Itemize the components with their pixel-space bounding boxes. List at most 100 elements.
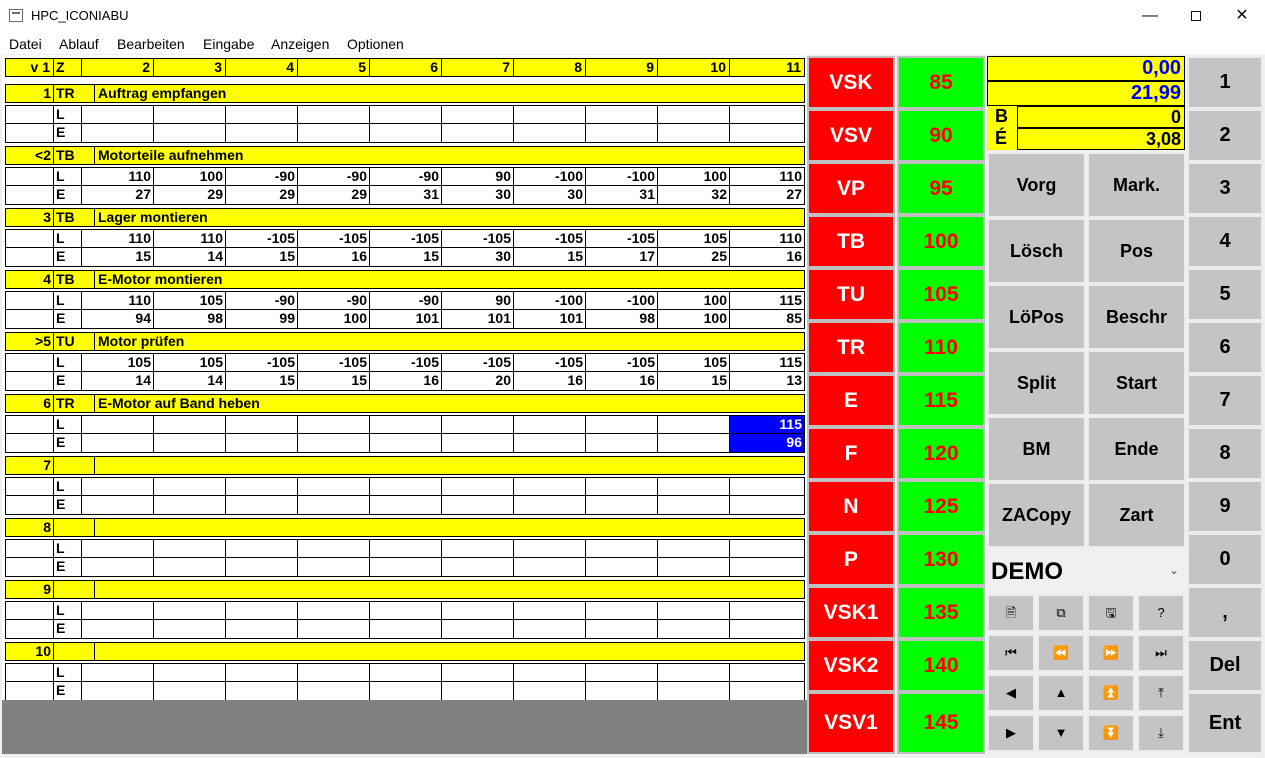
header-cell[interactable]: 6 (370, 59, 442, 76)
step-code[interactable]: TU (54, 333, 95, 350)
left-arrow-button[interactable]: ◀ (987, 674, 1035, 712)
blank-cell[interactable] (6, 540, 54, 557)
value-cell[interactable]: 90 (442, 292, 514, 309)
value-cell[interactable] (298, 496, 370, 514)
value-cell[interactable] (370, 478, 442, 495)
value-cell[interactable] (730, 478, 804, 495)
value-cell[interactable] (658, 664, 730, 681)
blank-cell[interactable] (6, 292, 54, 309)
op-button-vsk[interactable]: VSK (807, 56, 895, 109)
value-cell[interactable]: -90 (298, 168, 370, 185)
value-cell[interactable]: 32 (658, 186, 730, 204)
maximize-button[interactable] (1173, 0, 1219, 32)
blank-cell[interactable] (6, 558, 54, 576)
value-cell[interactable] (514, 540, 586, 557)
value-cell[interactable] (514, 478, 586, 495)
value-cell[interactable] (82, 496, 154, 514)
blank-cell[interactable] (6, 106, 54, 123)
value-cell[interactable] (226, 620, 298, 638)
value-cell[interactable] (730, 682, 804, 700)
value-cell[interactable]: -90 (370, 292, 442, 309)
op-button-tu[interactable]: TU (807, 268, 895, 321)
step-number[interactable]: >5 (6, 333, 54, 350)
value-button-145[interactable]: 145 (897, 692, 985, 754)
value-cell[interactable] (82, 416, 154, 433)
value-cell[interactable]: -105 (514, 354, 586, 371)
value-cell[interactable] (82, 478, 154, 495)
value-cell[interactable]: -105 (370, 354, 442, 371)
value-cell[interactable] (442, 558, 514, 576)
value-cell[interactable]: 101 (442, 310, 514, 328)
blank-cell[interactable] (6, 248, 54, 266)
step-description[interactable]: Motor prüfen (95, 333, 804, 350)
step-row[interactable]: 9 (5, 580, 805, 599)
value-cell[interactable] (730, 124, 804, 142)
step-number[interactable]: 6 (6, 395, 54, 412)
value-button-140[interactable]: 140 (897, 639, 985, 692)
value-cell[interactable] (226, 558, 298, 576)
step-row[interactable]: 3 TB Lager montieren (5, 208, 805, 227)
value-cell[interactable] (154, 602, 226, 619)
value-cell[interactable] (658, 478, 730, 495)
value-cell[interactable] (586, 558, 658, 576)
step-number[interactable]: 8 (6, 519, 54, 536)
step-code[interactable]: TR (54, 85, 95, 102)
value-cell[interactable] (442, 106, 514, 123)
value-cell[interactable]: 100 (658, 168, 730, 185)
func-button-löpos[interactable]: LöPos (987, 284, 1086, 350)
step-number[interactable]: 1 (6, 85, 54, 102)
value-cell[interactable]: 30 (442, 186, 514, 204)
value-cell[interactable]: 110 (730, 168, 804, 185)
value-cell[interactable] (226, 434, 298, 452)
value-cell[interactable]: 16 (514, 372, 586, 390)
value-cell[interactable] (442, 682, 514, 700)
value-cell[interactable] (154, 434, 226, 452)
value-cell[interactable]: 13 (730, 372, 804, 390)
key-enter[interactable]: Ent (1187, 692, 1263, 754)
step-number[interactable]: <2 (6, 147, 54, 164)
value-cell[interactable] (442, 602, 514, 619)
value-cell[interactable]: -100 (514, 292, 586, 309)
value-cell[interactable]: -90 (226, 168, 298, 185)
value-cell[interactable] (514, 124, 586, 142)
op-button-p[interactable]: P (807, 533, 895, 586)
op-button-vsv1[interactable]: VSV1 (807, 692, 895, 754)
func-button-bm[interactable]: BM (987, 416, 1086, 482)
header-cell[interactable]: 9 (586, 59, 658, 76)
value-cell[interactable]: -105 (442, 230, 514, 247)
value-cell[interactable] (82, 602, 154, 619)
value-cell[interactable]: 110 (82, 230, 154, 247)
value-cell[interactable] (658, 540, 730, 557)
value-cell[interactable] (154, 106, 226, 123)
value-cell[interactable]: 96 (730, 434, 804, 452)
value-cell[interactable] (226, 478, 298, 495)
value-cell[interactable] (82, 558, 154, 576)
value-cell[interactable]: 85 (730, 310, 804, 328)
value-cell[interactable]: -105 (226, 354, 298, 371)
value-cell[interactable] (370, 620, 442, 638)
menu-optionen[interactable]: Optionen (347, 36, 404, 52)
value-cell[interactable] (370, 124, 442, 142)
header-cell-z[interactable]: Z (54, 59, 82, 76)
value-button-135[interactable]: 135 (897, 586, 985, 639)
value-cell[interactable]: 14 (154, 372, 226, 390)
step-code[interactable] (54, 519, 95, 536)
step-number[interactable]: 10 (6, 643, 54, 660)
value-cell[interactable]: 105 (658, 230, 730, 247)
value-cell[interactable] (730, 496, 804, 514)
header-cell[interactable]: 5 (298, 59, 370, 76)
value-cell[interactable]: 115 (730, 292, 804, 309)
value-cell[interactable] (298, 682, 370, 700)
value-cell[interactable]: 31 (586, 186, 658, 204)
project-dropdown[interactable]: DEMO ⌄ (987, 553, 1185, 591)
value-cell[interactable] (586, 106, 658, 123)
value-cell[interactable] (586, 602, 658, 619)
menu-datei[interactable]: Datei (9, 36, 42, 52)
right-arrow-button[interactable]: ▶ (987, 714, 1035, 752)
value-cell[interactable] (82, 124, 154, 142)
value-button-120[interactable]: 120 (897, 427, 985, 480)
value-cell[interactable] (586, 434, 658, 452)
value-cell[interactable]: 16 (370, 372, 442, 390)
value-button-125[interactable]: 125 (897, 480, 985, 533)
help-button[interactable]: ? (1137, 594, 1185, 632)
